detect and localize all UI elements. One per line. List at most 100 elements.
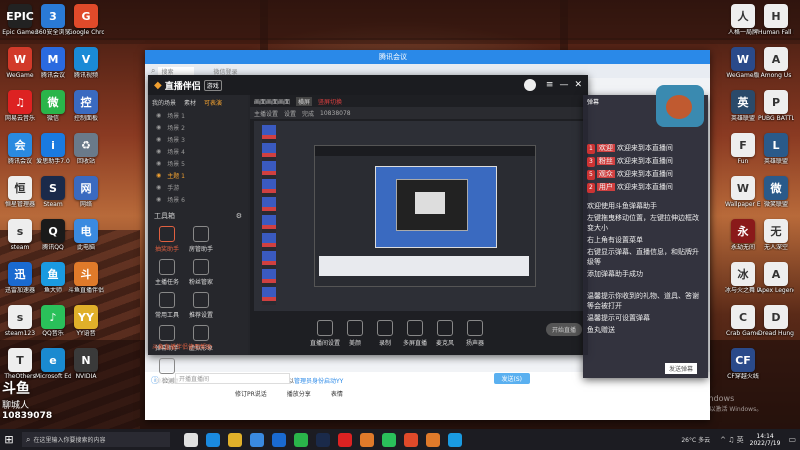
preview-tab-0[interactable]: 画面画面画面 [254,97,290,106]
avatar[interactable] [523,79,536,91]
taskbar-app-icon[interactable] [250,432,264,447]
desktop-icon[interactable]: AApex Legends [758,262,794,294]
desktop-icon[interactable]: eMicrosoft Edge [35,348,71,380]
desktop-icon[interactable]: 控控制面板 [68,90,104,122]
chat-username[interactable]: 欢迎 [596,144,615,152]
tool-item[interactable]: 主播任务 [150,259,184,286]
taskbar-app-icon[interactable] [360,432,374,447]
desktop-icon[interactable]: S Steam [35,176,71,208]
desktop-icon[interactable]: V 腾讯视频 [68,47,104,79]
eye-icon[interactable]: ◉ [156,148,161,155]
taskbar-app-icon[interactable] [272,432,286,447]
desktop-icon[interactable]: L 英雄联盟 [758,133,794,165]
desktop-icon[interactable]: EPIC Epic Games [2,4,38,36]
tool-item[interactable]: 抽奖助手 [150,226,184,253]
start-live-button[interactable]: 开始直播 [545,323,582,336]
desktop-icon[interactable]: 迅迅雷加速器 [2,262,38,294]
tab-perform[interactable]: 可表演 [204,98,222,107]
chat-username[interactable]: 粉丝 [596,157,615,165]
scene-item[interactable]: ◉ 场景 3 [148,133,248,145]
taskbar-app-icon[interactable] [184,432,198,447]
desktop-icon[interactable]: W WeGame [2,47,38,79]
desktop-icon[interactable]: C Crab Game [725,305,761,337]
desktop-icon[interactable]: 3360安全浏览器 [35,4,71,36]
desktop-icon[interactable]: WWallpaper Engine [725,176,761,208]
footer-item-2[interactable]: 表情 [331,389,343,398]
preview-toolbar-2[interactable]: 完成 [302,109,314,118]
desktop-icon[interactable]: i 爱思助手7.0 [35,133,71,165]
taskbar-app-icon[interactable] [448,432,462,447]
desktop-icon[interactable]: 无无人深空 [758,219,794,251]
scene-item[interactable]: ◉ 主题 1 [148,169,248,181]
taskbar-app-icon[interactable] [404,432,418,447]
desktop-icon[interactable]: DDread Hunger [758,305,794,337]
desktop-icon[interactable]: 网网络 [68,176,104,208]
eye-icon[interactable]: ◉ [156,136,161,143]
chat-username[interactable]: 用户 [596,183,615,191]
send-button[interactable]: 发送(S) [493,372,530,384]
tool-item[interactable]: 粉丝管家 [184,259,218,286]
control-button[interactable]: 扬声器 [460,320,490,347]
desktop-icon[interactable]: M 腾讯会议 [35,47,71,79]
desktop-icon[interactable]: ♻ 回收站 [68,133,104,165]
eye-icon[interactable]: ◉ [156,184,161,191]
desktop-icon[interactable]: 英英雄联盟 [725,90,761,122]
taskbar-app-icon[interactable] [426,432,440,447]
footer-item-1[interactable]: 播放分享 [287,389,311,398]
scene-item[interactable]: ◉ 场景 1 [148,109,248,121]
scene-item[interactable]: ◉ 场景 4 [148,145,248,157]
weather[interactable]: 26°C 多云 [681,435,710,444]
desktop-icon[interactable]: 冰冰与火之舞 Dance of Fire [725,262,761,294]
desktop-icon[interactable]: GGoogle Chrome [68,4,104,36]
desktop-icon[interactable]: A Among Us [758,47,794,79]
desktop-icon[interactable]: YY YY语音 [68,305,104,337]
desktop-icon[interactable]: F Fun [725,133,761,165]
control-button[interactable]: 麦克风 [430,320,460,347]
desktop-icon[interactable]: 电此电脑 [68,219,104,251]
menu-icon[interactable]: ≡ [546,80,554,90]
desktop-icon[interactable]: 人人格一局牌 [725,4,761,36]
start-icon[interactable]: ⊞ [0,433,18,446]
preview-toolbar-1[interactable]: 设置 [284,109,296,118]
control-button[interactable]: 多屏直播 [400,320,430,347]
tool-item[interactable]: 推荐设置 [184,292,218,319]
scene-item[interactable]: ◉ 场景 6 [148,193,248,205]
taskbar-app-icon[interactable] [206,432,220,447]
desktop-icon[interactable]: ♫ 网易云音乐 [2,90,38,122]
minimize-icon[interactable]: — [559,80,568,90]
tray-icons[interactable]: ^ ♫ 英 [720,435,744,445]
control-button[interactable]: 录制 [370,320,400,347]
taskbar-search[interactable]: ⌕ 在这里输入你要搜索的内容 [22,432,170,447]
taskbar-app-icon[interactable] [228,432,242,447]
desktop-icon[interactable]: 鱼鱼大师 [35,262,71,294]
desktop-icon[interactable]: ♪ QQ音乐 [35,305,71,337]
preview-tab-1[interactable]: 横屏 [296,96,313,106]
desktop-icon[interactable]: s steam123 [2,305,38,337]
desktop-icon[interactable]: N NVIDIA [68,348,104,380]
preview-tab-2[interactable]: 竖屏切换 [318,97,342,106]
desktop-icon[interactable]: 微微笑联盟 [758,176,794,208]
tool-item[interactable]: 弹幕回复 [150,358,184,385]
scene-item[interactable]: ◉ 场景 5 [148,157,248,169]
scene-item[interactable]: ◉ 手游 [148,181,248,193]
desktop-icon[interactable]: 微微信 [35,90,71,122]
footer-item-0[interactable]: 修订PR说话 [235,389,267,398]
taskbar-search-input[interactable]: 在这里输入你要搜索的内容 [33,435,105,444]
toolbox-settings-icon[interactable]: ⚙ [236,212,242,220]
clock[interactable]: 14:14 2022/7/19 [750,433,781,447]
notification-icon[interactable]: ▭ [788,435,796,444]
preview-toolbar-0[interactable]: 主播设置 [254,109,278,118]
tool-item[interactable]: 房管助手 [184,226,218,253]
desktop-icon[interactable]: T TheOthers [2,348,38,380]
eye-icon[interactable]: ◉ [156,112,161,119]
bottom-hint[interactable]: 斗鱼直播伴侣使用帮助 [152,342,212,351]
chat-username[interactable]: 观众 [596,170,615,178]
tab-scenes[interactable]: 我的场景 [152,98,176,107]
taskbar-app-icon[interactable] [338,432,352,447]
eye-icon[interactable]: ◉ [156,172,161,179]
taskbar-app-icon[interactable] [382,432,396,447]
tool-item[interactable]: 常用工具 [150,292,184,319]
desktop-icon[interactable]: PPUBG BATTLEG... [758,90,794,122]
control-button[interactable]: 美颜 [340,320,370,347]
tab-material[interactable]: 素材 [184,98,196,107]
